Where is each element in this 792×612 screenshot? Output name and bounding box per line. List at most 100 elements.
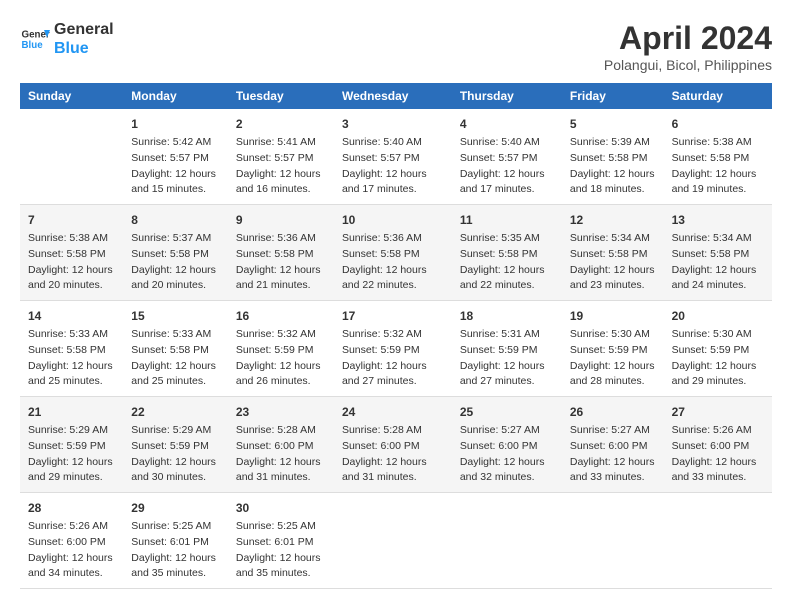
day-info: Sunrise: 5:34 AMSunset: 5:58 PMDaylight:… [672, 231, 764, 294]
day-info: Sunrise: 5:26 AMSunset: 6:00 PMDaylight:… [28, 519, 115, 582]
day-info: Sunrise: 5:25 AMSunset: 6:01 PMDaylight:… [236, 519, 326, 582]
day-info: Sunrise: 5:34 AMSunset: 5:58 PMDaylight:… [570, 231, 656, 294]
calendar-header-row: SundayMondayTuesdayWednesdayThursdayFrid… [20, 83, 772, 109]
title-section: April 2024 Polangui, Bicol, Philippines [604, 20, 772, 73]
day-info: Sunrise: 5:27 AMSunset: 6:00 PMDaylight:… [460, 423, 554, 486]
day-number: 17 [342, 307, 444, 325]
calendar-cell: 22 Sunrise: 5:29 AMSunset: 5:59 PMDayligh… [123, 397, 228, 493]
calendar-cell: 6 Sunrise: 5:38 AMSunset: 5:58 PMDaylight… [664, 109, 772, 205]
column-header-sunday: Sunday [20, 83, 123, 109]
day-number: 9 [236, 211, 326, 229]
calendar-cell: 13 Sunrise: 5:34 AMSunset: 5:58 PMDayligh… [664, 205, 772, 301]
day-number: 11 [460, 211, 554, 229]
calendar-cell: 24Sunrise: 5:28 AMSunset: 6:00 PMDayligh… [334, 397, 452, 493]
column-header-friday: Friday [562, 83, 664, 109]
calendar-cell: 15 Sunrise: 5:33 AMSunset: 5:58 PMDayligh… [123, 301, 228, 397]
calendar-cell: 18Sunrise: 5:31 AMSunset: 5:59 PMDayligh… [452, 301, 562, 397]
day-number: 15 [131, 307, 220, 325]
calendar-cell: 23 Sunrise: 5:28 AMSunset: 6:00 PMDayligh… [228, 397, 334, 493]
day-number: 21 [28, 403, 115, 421]
day-info: Sunrise: 5:29 AMSunset: 5:59 PMDaylight:… [28, 423, 115, 486]
day-number: 2 [236, 115, 326, 133]
day-info: Sunrise: 5:33 AMSunset: 5:58 PMDaylight:… [131, 327, 220, 390]
day-number: 1 [131, 115, 220, 133]
calendar-cell: 9 Sunrise: 5:36 AMSunset: 5:58 PMDaylight… [228, 205, 334, 301]
day-number: 28 [28, 499, 115, 517]
day-info: Sunrise: 5:38 AMSunset: 5:58 PMDaylight:… [672, 135, 764, 198]
day-number: 27 [672, 403, 764, 421]
calendar-cell [664, 493, 772, 589]
day-info: Sunrise: 5:26 AMSunset: 6:00 PMDaylight:… [672, 423, 764, 486]
day-info: Sunrise: 5:38 AMSunset: 5:58 PMDaylight:… [28, 231, 115, 294]
day-info: Sunrise: 5:28 AMSunset: 6:00 PMDaylight:… [236, 423, 326, 486]
column-header-wednesday: Wednesday [334, 83, 452, 109]
calendar-cell: 12 Sunrise: 5:34 AMSunset: 5:58 PMDayligh… [562, 205, 664, 301]
day-number: 8 [131, 211, 220, 229]
day-info: Sunrise: 5:36 AMSunset: 5:58 PMDaylight:… [342, 231, 444, 294]
calendar-cell: 1 Sunrise: 5:42 AMSunset: 5:57 PMDaylight… [123, 109, 228, 205]
day-number: 18 [460, 307, 554, 325]
logo-line1: General [54, 20, 114, 39]
day-number: 30 [236, 499, 326, 517]
day-number: 29 [131, 499, 220, 517]
calendar-cell: 29 Sunrise: 5:25 AMSunset: 6:01 PMDayligh… [123, 493, 228, 589]
calendar-cell: 5Sunrise: 5:39 AMSunset: 5:58 PMDaylight… [562, 109, 664, 205]
day-number: 7 [28, 211, 115, 229]
day-number: 26 [570, 403, 656, 421]
day-number: 14 [28, 307, 115, 325]
day-number: 22 [131, 403, 220, 421]
column-header-monday: Monday [123, 83, 228, 109]
calendar-cell: 28 Sunrise: 5:26 AMSunset: 6:00 PMDayligh… [20, 493, 123, 589]
day-info: Sunrise: 5:30 AMSunset: 5:59 PMDaylight:… [570, 327, 656, 390]
logo-icon: General Blue [20, 24, 50, 54]
day-number: 23 [236, 403, 326, 421]
day-number: 12 [570, 211, 656, 229]
day-info: Sunrise: 5:42 AMSunset: 5:57 PMDaylight:… [131, 135, 220, 198]
day-number: 19 [570, 307, 656, 325]
day-info: Sunrise: 5:39 AMSunset: 5:58 PMDaylight:… [570, 135, 656, 198]
day-info: Sunrise: 5:32 AMSunset: 5:59 PMDaylight:… [236, 327, 326, 390]
calendar-cell: 3 Sunrise: 5:40 AMSunset: 5:57 PMDaylight… [334, 109, 452, 205]
day-info: Sunrise: 5:41 AMSunset: 5:57 PMDaylight:… [236, 135, 326, 198]
calendar-cell: 8 Sunrise: 5:37 AMSunset: 5:58 PMDaylight… [123, 205, 228, 301]
day-number: 13 [672, 211, 764, 229]
day-number: 25 [460, 403, 554, 421]
calendar-cell: 7 Sunrise: 5:38 AMSunset: 5:58 PMDaylight… [20, 205, 123, 301]
week-row-1: 1 Sunrise: 5:42 AMSunset: 5:57 PMDaylight… [20, 109, 772, 205]
calendar-cell: 16 Sunrise: 5:32 AMSunset: 5:59 PMDayligh… [228, 301, 334, 397]
day-info: Sunrise: 5:40 AMSunset: 5:57 PMDaylight:… [342, 135, 444, 198]
column-header-tuesday: Tuesday [228, 83, 334, 109]
day-info: Sunrise: 5:36 AMSunset: 5:58 PMDaylight:… [236, 231, 326, 294]
day-info: Sunrise: 5:30 AMSunset: 5:59 PMDaylight:… [672, 327, 764, 390]
logo-line2: Blue [54, 39, 114, 58]
day-info: Sunrise: 5:40 AMSunset: 5:57 PMDaylight:… [460, 135, 554, 198]
day-number: 3 [342, 115, 444, 133]
day-info: Sunrise: 5:37 AMSunset: 5:58 PMDaylight:… [131, 231, 220, 294]
day-number: 10 [342, 211, 444, 229]
week-row-3: 14 Sunrise: 5:33 AMSunset: 5:58 PMDayligh… [20, 301, 772, 397]
day-info: Sunrise: 5:25 AMSunset: 6:01 PMDaylight:… [131, 519, 220, 582]
svg-text:Blue: Blue [22, 40, 44, 51]
calendar-cell: 27 Sunrise: 5:26 AMSunset: 6:00 PMDayligh… [664, 397, 772, 493]
calendar-cell [334, 493, 452, 589]
day-number: 6 [672, 115, 764, 133]
day-number: 4 [460, 115, 554, 133]
logo: General Blue General Blue [20, 20, 114, 58]
week-row-2: 7 Sunrise: 5:38 AMSunset: 5:58 PMDaylight… [20, 205, 772, 301]
column-header-thursday: Thursday [452, 83, 562, 109]
day-number: 16 [236, 307, 326, 325]
day-info: Sunrise: 5:32 AMSunset: 5:59 PMDaylight:… [342, 327, 444, 390]
calendar-cell: 21 Sunrise: 5:29 AMSunset: 5:59 PMDayligh… [20, 397, 123, 493]
week-row-5: 28 Sunrise: 5:26 AMSunset: 6:00 PMDayligh… [20, 493, 772, 589]
day-info: Sunrise: 5:35 AMSunset: 5:58 PMDaylight:… [460, 231, 554, 294]
week-row-4: 21 Sunrise: 5:29 AMSunset: 5:59 PMDayligh… [20, 397, 772, 493]
calendar-cell: 2 Sunrise: 5:41 AMSunset: 5:57 PMDaylight… [228, 109, 334, 205]
day-info: Sunrise: 5:29 AMSunset: 5:59 PMDaylight:… [131, 423, 220, 486]
calendar-cell: 14Sunrise: 5:33 AMSunset: 5:58 PMDayligh… [20, 301, 123, 397]
calendar-cell: 4 Sunrise: 5:40 AMSunset: 5:57 PMDaylight… [452, 109, 562, 205]
location-subtitle: Polangui, Bicol, Philippines [604, 57, 772, 73]
calendar-cell: 30 Sunrise: 5:25 AMSunset: 6:01 PMDayligh… [228, 493, 334, 589]
calendar-cell: 17 Sunrise: 5:32 AMSunset: 5:59 PMDayligh… [334, 301, 452, 397]
column-header-saturday: Saturday [664, 83, 772, 109]
calendar-cell [20, 109, 123, 205]
